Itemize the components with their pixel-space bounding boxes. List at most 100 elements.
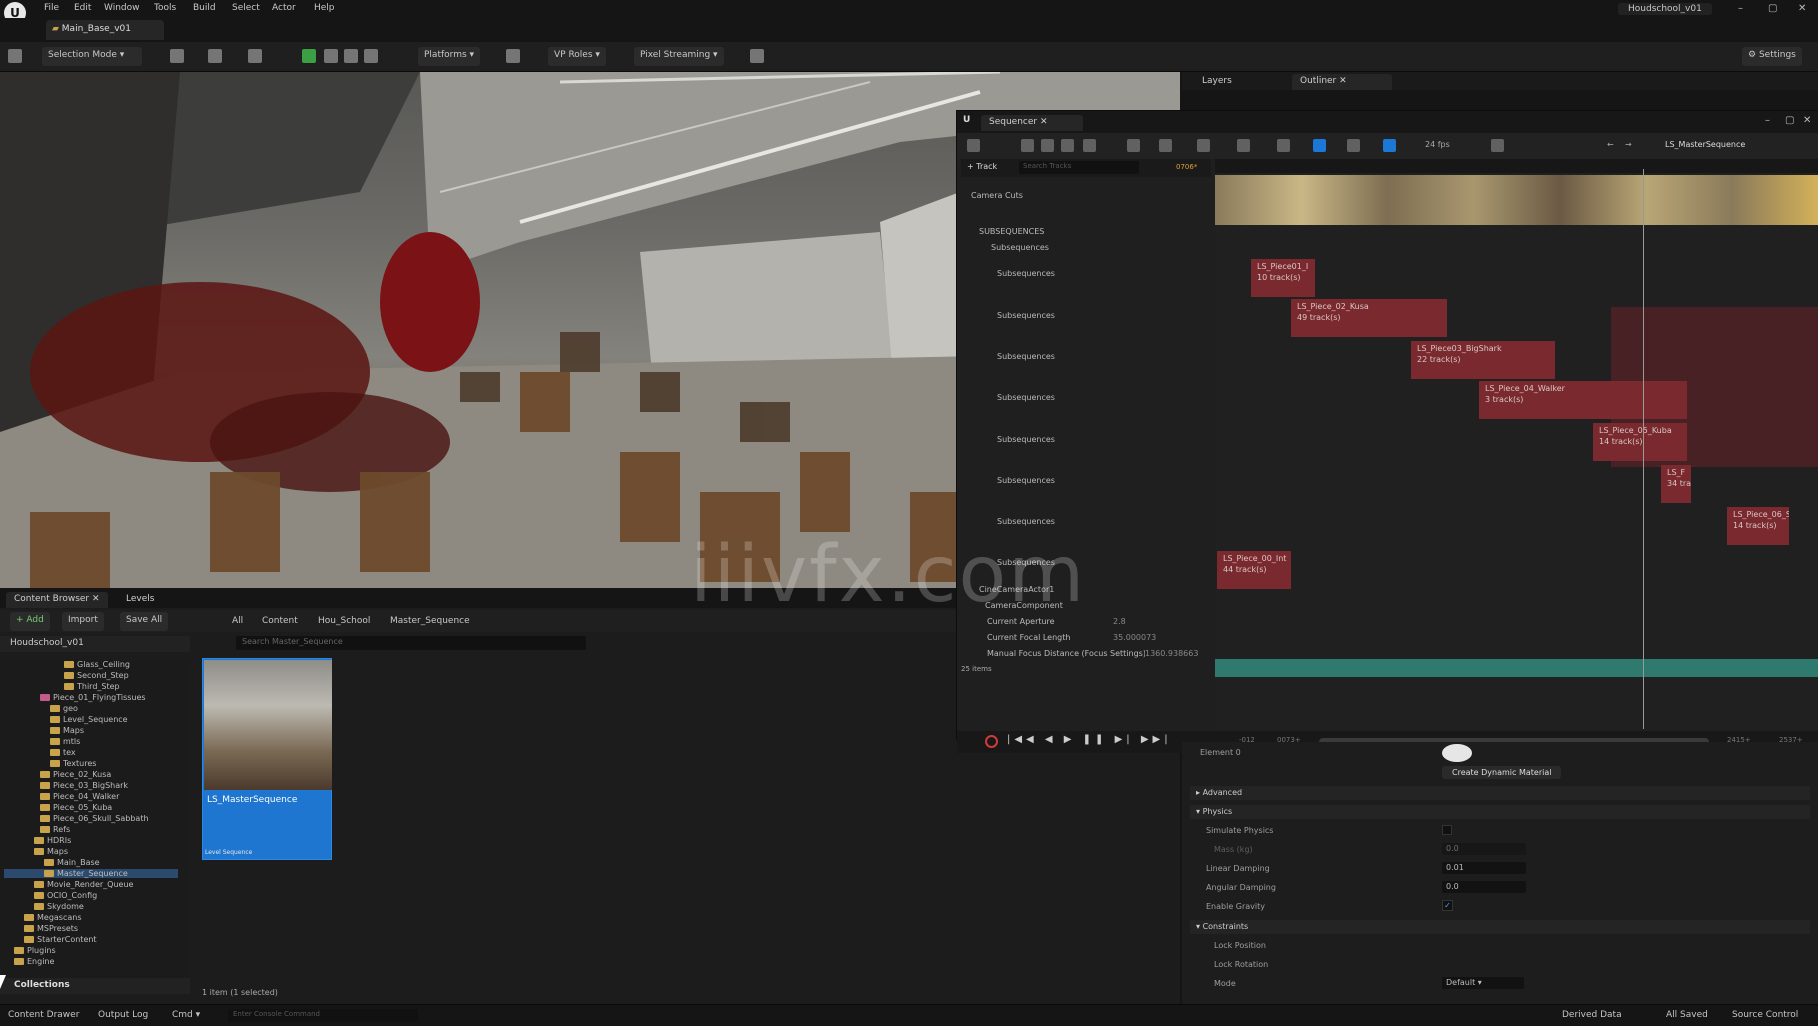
sequence-breadcrumb[interactable]: LS_MasterSequence [1665, 140, 1745, 149]
pixel-streaming-dropdown[interactable]: Pixel Streaming ▾ [634, 47, 724, 66]
tree-item[interactable]: MSPresets [24, 924, 78, 933]
tree-item[interactable]: HDRIs [34, 836, 71, 845]
eject-icon[interactable] [364, 49, 378, 63]
import-button[interactable]: Import [62, 612, 104, 631]
linear-damping-field[interactable]: 0.01 [1442, 862, 1526, 874]
find-asset-icon[interactable] [1061, 139, 1074, 152]
section-piece-f[interactable]: LS_F34 track(s) [1661, 465, 1691, 503]
section-piece06[interactable]: LS_Piece_06_Sc14 track(s) [1727, 507, 1789, 545]
tree-item[interactable]: Skydome [34, 902, 84, 911]
add-actor-icon[interactable] [170, 49, 184, 63]
tree-root[interactable]: Houdschool_v01 [0, 636, 190, 652]
close-icon[interactable]: ✕ [1803, 115, 1811, 126]
camera-icon[interactable] [1237, 139, 1250, 152]
menu-tools[interactable]: Tools [154, 3, 176, 13]
render-icon[interactable] [1083, 139, 1096, 152]
menu-window[interactable]: Window [104, 3, 140, 13]
track-subsequences[interactable]: Subsequences [957, 476, 1215, 496]
breadcrumb-all[interactable]: All [232, 616, 243, 626]
section-piece03-bigshark[interactable]: LS_Piece03_BigShark 22 track(s) [1411, 341, 1555, 379]
save-as-icon[interactable] [1041, 139, 1054, 152]
cinematics-icon[interactable] [248, 49, 262, 63]
section-piece00[interactable]: LS_Piece_00_Int 44 track(s) [1217, 551, 1291, 589]
view-icon[interactable] [1197, 139, 1210, 152]
wrench-icon[interactable] [1159, 139, 1172, 152]
track-subsequences[interactable]: Subsequences [957, 352, 1215, 372]
section-piece04-walker[interactable]: LS_Piece_04_Walker 3 track(s) [1479, 381, 1687, 419]
tab-sequencer[interactable]: Sequencer ✕ [981, 115, 1083, 131]
track-search-input[interactable]: Search Tracks [1019, 161, 1139, 174]
tree-item[interactable]: Megascans [24, 913, 82, 922]
track-subsequences[interactable]: Subsequences [957, 393, 1215, 413]
physics-section[interactable]: ▾ Physics [1190, 805, 1810, 819]
breadcrumb-content[interactable]: Content [262, 616, 298, 626]
add-button[interactable]: + Add [10, 612, 50, 631]
section-piece02-kusa[interactable]: LS_Piece_02_Kusa 49 track(s) [1291, 299, 1447, 337]
save-icon[interactable] [1021, 139, 1034, 152]
collections-header[interactable]: Collections [0, 978, 190, 994]
create-dynamic-material-button[interactable]: Create Dynamic Material [1442, 766, 1562, 779]
blueprint-icon[interactable] [208, 49, 222, 63]
tree-item[interactable]: Movie_Render_Queue [34, 880, 133, 889]
key-icon[interactable] [1277, 139, 1290, 152]
stop-icon[interactable] [344, 49, 358, 63]
auto-key-icon[interactable] [1313, 139, 1326, 152]
tree-item[interactable]: OCIO_Config [34, 891, 97, 900]
tree-item[interactable]: Second_Step [64, 671, 129, 680]
menu-select[interactable]: Select [232, 3, 260, 13]
tab-outliner[interactable]: Outliner ✕ [1292, 74, 1392, 90]
tree-item[interactable]: Main_Base [44, 858, 100, 867]
tree-item[interactable]: Textures [50, 759, 96, 768]
tree-item[interactable]: Level_Sequence [50, 715, 128, 724]
tab-layers[interactable]: Layers [1194, 74, 1240, 90]
selection-mode-dropdown[interactable]: Selection Mode ▾ [42, 47, 142, 66]
track-subsequences[interactable]: Subsequences [957, 269, 1215, 289]
playback-buttons[interactable]: |◀◀ ◀ ▶ ❚❚ ▶| ▶▶| [1007, 734, 1172, 745]
forward-arrow-icon[interactable]: → [1625, 140, 1632, 149]
tree-item[interactable]: geo [50, 704, 78, 713]
tree-item[interactable]: StarterContent [24, 935, 97, 944]
source-control-button[interactable]: Source Control [1732, 1010, 1798, 1020]
tree-item[interactable]: Plugins [14, 946, 56, 955]
track-camera-cuts[interactable]: Camera Cuts [957, 191, 1215, 211]
tree-item[interactable]: Piece_01_FlyingTissues [40, 693, 146, 702]
curve-editor-icon[interactable] [1491, 139, 1504, 152]
track-subsequences[interactable]: Subsequences [957, 243, 1215, 263]
add-track-button[interactable]: + Track [967, 162, 997, 171]
menu-actor[interactable]: Actor [272, 3, 296, 13]
close-icon[interactable]: ✕ [1798, 3, 1806, 14]
tree-item-selected[interactable]: Master_Sequence [4, 869, 178, 878]
cb-search-input[interactable]: Search Master_Sequence [236, 636, 586, 650]
tab-content-browser[interactable]: Content Browser ✕ [6, 592, 108, 608]
time-ruler[interactable] [1215, 159, 1818, 173]
tree-item[interactable]: Piece_02_Kusa [40, 770, 111, 779]
tree-item[interactable]: Maps [50, 726, 84, 735]
breadcrumb-master-sequence[interactable]: Master_Sequence [390, 616, 470, 626]
maximize-icon[interactable]: ▢ [1785, 115, 1794, 126]
tree-item[interactable]: Third_Step [64, 682, 120, 691]
mass-field[interactable]: 0.0 [1442, 843, 1526, 855]
tab-levels[interactable]: Levels [118, 592, 162, 608]
save-all-button[interactable]: Save All [120, 612, 169, 631]
pen-icon[interactable] [1347, 139, 1360, 152]
section-piece05-kuba[interactable]: LS_Piece_05_Kuba 14 track(s) [1593, 423, 1687, 461]
back-arrow-icon[interactable]: ← [1607, 140, 1614, 149]
timeline-area[interactable]: LS_Piece01_I 10 track(s) LS_Piece_02_Kusa… [1215, 159, 1818, 731]
record-icon[interactable] [985, 735, 998, 748]
menu-file[interactable]: File [44, 3, 59, 13]
menu-build[interactable]: Build [193, 3, 216, 13]
content-drawer-button[interactable]: Content Drawer [8, 1010, 79, 1020]
tree-item[interactable]: Glass_Ceiling [64, 660, 130, 669]
keyframe-icon[interactable] [1127, 139, 1140, 152]
vp-roles-dropdown[interactable]: VP Roles ▾ [548, 47, 606, 66]
layout-icon[interactable] [750, 49, 764, 63]
tree-item[interactable]: Maps [34, 847, 68, 856]
step-icon[interactable] [324, 49, 338, 63]
section-piece01[interactable]: LS_Piece01_I 10 track(s) [1251, 259, 1315, 297]
fps-dropdown[interactable]: 24 fps [1425, 140, 1450, 149]
maximize-icon[interactable]: ▢ [1768, 3, 1777, 14]
enable-gravity-checkbox[interactable]: ✓ [1442, 900, 1453, 911]
advanced-section[interactable]: ▸ Advanced [1190, 786, 1810, 800]
tree-item[interactable]: Engine [14, 957, 54, 966]
output-log-button[interactable]: Output Log [98, 1010, 148, 1020]
